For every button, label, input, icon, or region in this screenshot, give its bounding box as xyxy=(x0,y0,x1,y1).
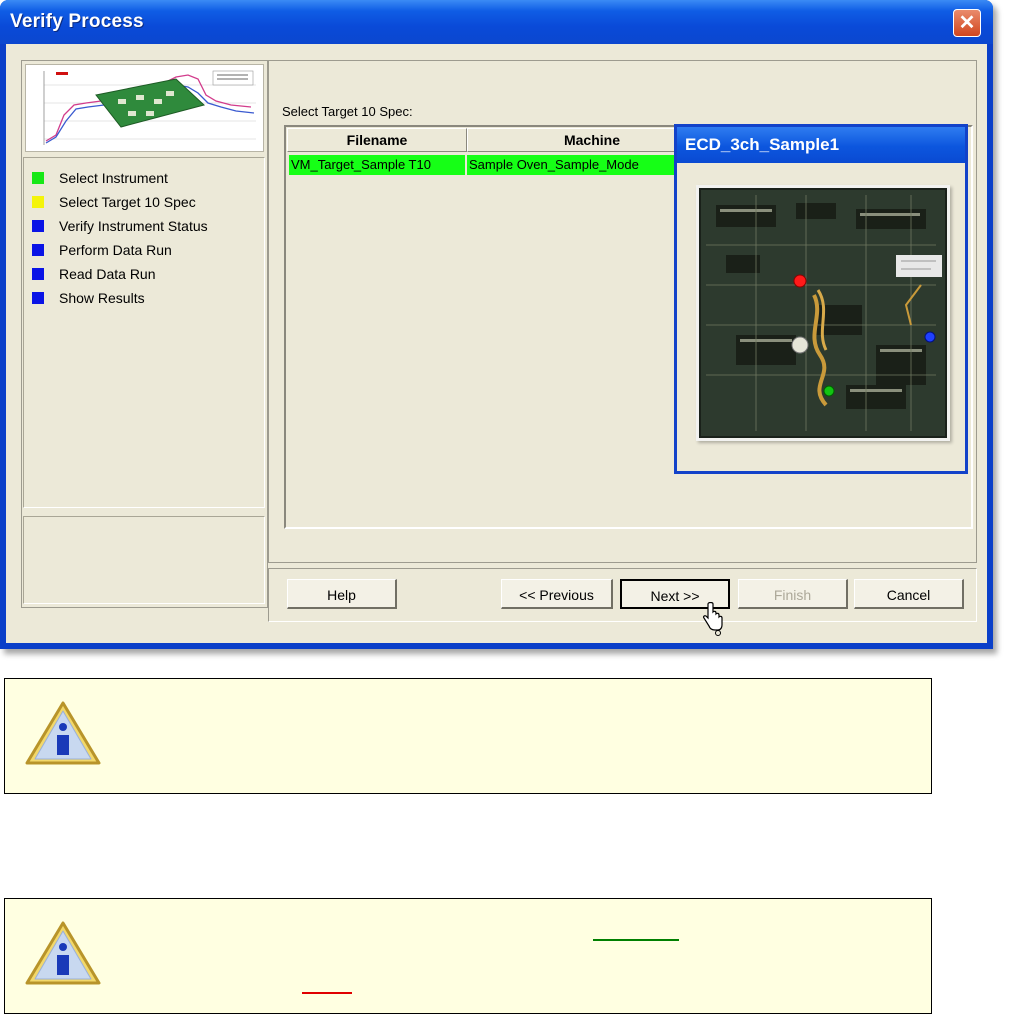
red-link-underline[interactable] xyxy=(302,992,352,994)
help-button[interactable]: Help xyxy=(287,579,397,609)
hand-cursor-icon xyxy=(703,602,723,636)
step-select-target-spec: Select Target 10 Spec xyxy=(32,192,257,212)
info-caution-icon xyxy=(25,921,101,985)
step-status-icon xyxy=(32,196,44,208)
step-show-results: Show Results xyxy=(32,288,257,308)
step-status-icon xyxy=(32,292,44,304)
info-caution-icon xyxy=(25,701,101,765)
step-perform-data-run: Perform Data Run xyxy=(32,240,257,260)
wizard-button-bar: Help << Previous Next >> Finish Cancel xyxy=(268,568,977,622)
close-icon: ✕ xyxy=(958,12,976,34)
select-target-label: Select Target 10 Spec: xyxy=(282,104,413,119)
main-content-panel: Select Target 10 Spec: Filename Machine … xyxy=(268,60,977,563)
step-status-icon xyxy=(32,244,44,256)
cell-filename[interactable]: VM_Target_Sample T10 xyxy=(289,155,465,175)
dialog-body: Select Instrument Select Target 10 Spec … xyxy=(6,44,987,643)
circuit-board-image xyxy=(696,185,950,441)
step-read-data-run: Read Data Run xyxy=(32,264,257,284)
step-status-icon xyxy=(32,268,44,280)
previous-button[interactable]: << Previous xyxy=(501,579,613,609)
close-button[interactable]: ✕ xyxy=(953,9,981,37)
profile-thumbnail-image xyxy=(25,64,264,152)
step-status-icon xyxy=(32,220,44,232)
wizard-sidebar: Select Instrument Select Target 10 Spec … xyxy=(21,60,268,608)
sidebar-info-panel xyxy=(23,516,265,604)
column-header-filename[interactable]: Filename xyxy=(287,128,467,152)
title-bar[interactable]: Verify Process ✕ xyxy=(0,0,993,44)
cancel-button[interactable]: Cancel xyxy=(854,579,964,609)
window-title: Verify Process xyxy=(10,11,144,32)
verify-process-dialog: Verify Process ✕ Select Instrument Selec… xyxy=(0,0,993,649)
wizard-step-list: Select Instrument Select Target 10 Spec … xyxy=(23,157,265,508)
profile-preview-popup: ECD_3ch_Sample1 xyxy=(674,124,968,474)
preview-title: ECD_3ch_Sample1 xyxy=(677,127,965,163)
step-verify-instrument-status: Verify Instrument Status xyxy=(32,216,257,236)
green-link-underline[interactable] xyxy=(593,939,679,941)
step-select-instrument: Select Instrument xyxy=(32,168,257,188)
step-status-icon xyxy=(32,172,44,184)
info-note-box xyxy=(4,898,932,1014)
finish-button: Finish xyxy=(738,579,848,609)
info-note-box xyxy=(4,678,932,794)
